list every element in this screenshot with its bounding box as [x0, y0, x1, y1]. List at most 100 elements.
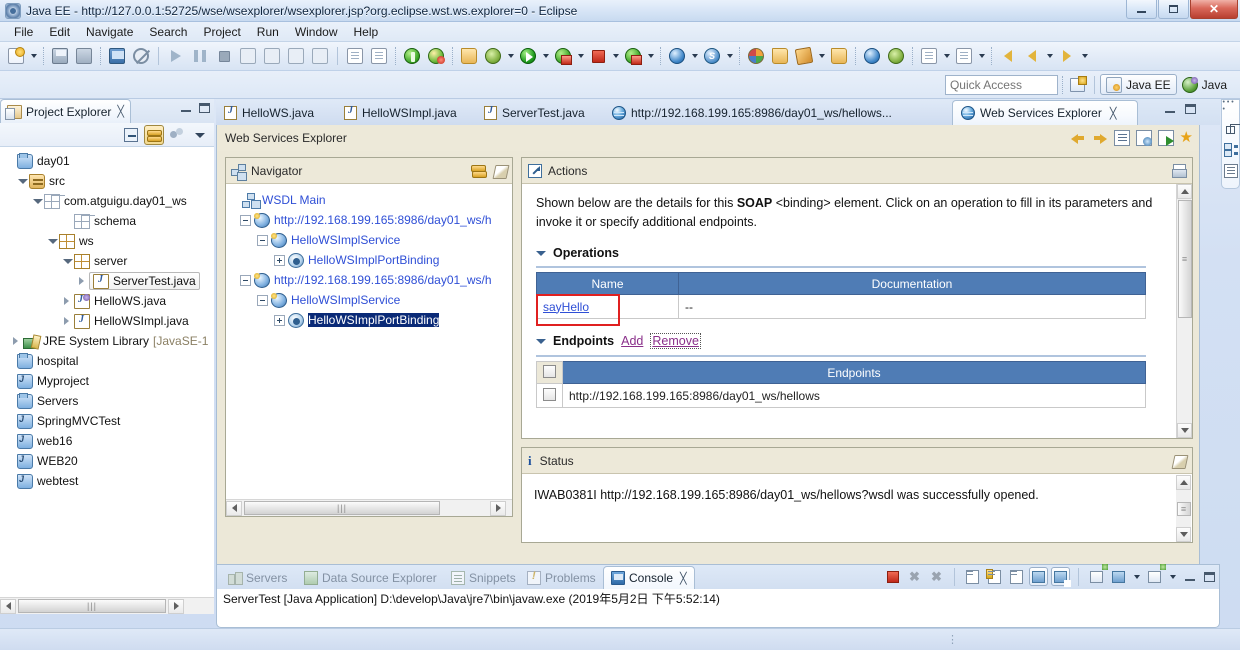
project-tree[interactable]: day01 src com.atguigu.day01_ws schema ws…: [0, 147, 214, 590]
scroll-down-button[interactable]: [1177, 423, 1192, 438]
open-console-button[interactable]: [1109, 567, 1128, 586]
close-icon[interactable]: ╳: [680, 572, 687, 585]
nav-item-binding-2-selected[interactable]: HelloWSImplPortBinding: [232, 310, 508, 330]
select-all-checkbox[interactable]: [543, 364, 556, 378]
tree-item-package[interactable]: com.atguigu.day01_ws: [0, 191, 214, 211]
tree-item-servertest-java[interactable]: ServerTest.java: [0, 271, 214, 291]
nav-item-label[interactable]: http://192.168.199.165:8986/day01_ws/h: [274, 213, 492, 227]
expander-minus-icon[interactable]: [240, 274, 251, 286]
nav-item-wsdl-url-1[interactable]: http://192.168.199.165:8986/day01_ws/h: [232, 210, 508, 230]
tree-item-hospital[interactable]: hospital: [0, 351, 214, 371]
wsdl-page-icon[interactable]: [1113, 130, 1130, 146]
tree-item-myproject[interactable]: Myproject: [0, 371, 214, 391]
forward-icon[interactable]: [1092, 130, 1108, 146]
nav-item-wsdl-main[interactable]: WSDL Main: [232, 190, 508, 210]
outline-view-icon[interactable]: [1223, 142, 1238, 157]
nav-item-wsdl-url-2[interactable]: http://192.168.199.165:8986/day01_ws/h: [232, 270, 508, 290]
scroll-lock-button[interactable]: [985, 567, 1004, 586]
minimize-icon[interactable]: [1165, 104, 1175, 114]
new-servlet-button[interactable]: S: [701, 45, 723, 67]
new-dropdown[interactable]: [28, 45, 39, 67]
scroll-right-button[interactable]: [490, 500, 506, 516]
tree-item-hellows-java[interactable]: HelloWS.java: [0, 291, 214, 311]
actions-vscrollbar[interactable]: ≡: [1176, 184, 1192, 438]
new-xsd-dropdown[interactable]: [976, 45, 987, 67]
scroll-up-button[interactable]: [1177, 184, 1192, 199]
next-annotation-button[interactable]: [344, 45, 366, 67]
toggle-mark-button[interactable]: [368, 45, 390, 67]
open-folder-button[interactable]: [769, 45, 791, 67]
menu-project[interactable]: Project: [195, 23, 248, 41]
new-web-service-dropdown[interactable]: [689, 45, 700, 67]
new-xml-dropdown[interactable]: [941, 45, 952, 67]
endpoint-checkbox[interactable]: [543, 387, 556, 401]
task-list-icon[interactable]: [1223, 164, 1238, 178]
open-perspective-button[interactable]: [1067, 74, 1089, 95]
expander-minus-icon[interactable]: [257, 234, 268, 246]
open-palette-button[interactable]: [745, 45, 767, 67]
navigator-hscrollbar[interactable]: |||: [226, 499, 512, 516]
open-type-button[interactable]: [458, 45, 480, 67]
open-console-button[interactable]: [106, 45, 128, 67]
restore-icon[interactable]: [1226, 124, 1240, 134]
edit-button[interactable]: [793, 45, 815, 67]
scroll-thumb[interactable]: ≡: [1177, 200, 1192, 318]
close-icon[interactable]: ╳: [117, 105, 124, 118]
new-web-service-button[interactable]: [666, 45, 688, 67]
maximize-icon[interactable]: [199, 103, 210, 113]
close-icon[interactable]: ╳: [1110, 107, 1117, 120]
status-vscrollbar[interactable]: ≡: [1176, 475, 1191, 542]
debug-button[interactable]: [482, 45, 504, 67]
expander-plus-icon[interactable]: [274, 254, 285, 266]
next-dropdown[interactable]: [1079, 45, 1090, 67]
endpoints-section-header[interactable]: Endpoints Add Remove: [536, 333, 1178, 349]
back-button[interactable]: [997, 45, 1019, 67]
tree-item-src[interactable]: src: [0, 171, 214, 191]
nav-item-label[interactable]: WSDL Main: [262, 193, 326, 207]
forward-button[interactable]: [1021, 45, 1043, 67]
tab-servers[interactable]: Servers: [221, 566, 294, 589]
run-dropdown[interactable]: [540, 45, 551, 67]
tree-item-day01[interactable]: day01: [0, 151, 214, 171]
chevron-down-icon[interactable]: [536, 250, 546, 256]
reset-icon[interactable]: [471, 164, 487, 178]
nav-item-label[interactable]: HelloWSImplService: [291, 293, 400, 307]
terminate-button[interactable]: [883, 567, 902, 586]
tab-console[interactable]: Console ╳: [603, 566, 695, 589]
next-button[interactable]: [1056, 45, 1078, 67]
run-xsl-button[interactable]: [885, 45, 907, 67]
scroll-thumb[interactable]: |||: [18, 599, 166, 613]
scroll-down-button[interactable]: [1176, 527, 1191, 542]
tab-wsdl-url[interactable]: http://192.168.199.165:8986/day01_ws/hel…: [604, 100, 952, 125]
menu-file[interactable]: File: [6, 23, 41, 41]
run-button[interactable]: [517, 45, 539, 67]
twisty-collapsed[interactable]: [10, 335, 22, 347]
tree-item-web16[interactable]: web16: [0, 431, 214, 451]
twisty-collapsed[interactable]: [61, 315, 73, 327]
drag-handle-icon[interactable]: [1223, 99, 1238, 118]
perspective-java-ee[interactable]: Java EE: [1099, 74, 1177, 95]
scroll-left-button[interactable]: [0, 598, 16, 614]
new-xml-button[interactable]: [918, 45, 940, 67]
display-error-console-button[interactable]: [1051, 567, 1070, 586]
twisty-collapsed[interactable]: [76, 275, 88, 287]
scroll-left-button[interactable]: [226, 500, 242, 516]
scroll-up-button[interactable]: [1176, 475, 1191, 490]
nav-item-label[interactable]: HelloWSImplPortBinding: [308, 313, 440, 327]
tree-item-web20[interactable]: WEB20: [0, 451, 214, 471]
expander-minus-icon[interactable]: [257, 294, 268, 306]
uddi-explorer-icon[interactable]: [1157, 130, 1174, 146]
tree-item-hellowsimpl-java[interactable]: HelloWSImpl.java: [0, 311, 214, 331]
twisty-expanded[interactable]: [46, 235, 58, 247]
tree-item-server[interactable]: server: [0, 251, 214, 271]
profile-button[interactable]: [622, 45, 644, 67]
save-all-button[interactable]: [73, 45, 95, 67]
tab-snippets[interactable]: Snippets: [444, 566, 523, 589]
menu-window[interactable]: Window: [287, 23, 346, 41]
tree-item-ws[interactable]: ws: [0, 231, 214, 251]
view-menu-button[interactable]: [190, 125, 210, 145]
quick-access-input[interactable]: [944, 74, 1058, 95]
start-server-button[interactable]: [401, 45, 423, 67]
tab-project-explorer[interactable]: Project Explorer ╳: [0, 99, 131, 123]
collapse-all-button[interactable]: [121, 125, 141, 145]
